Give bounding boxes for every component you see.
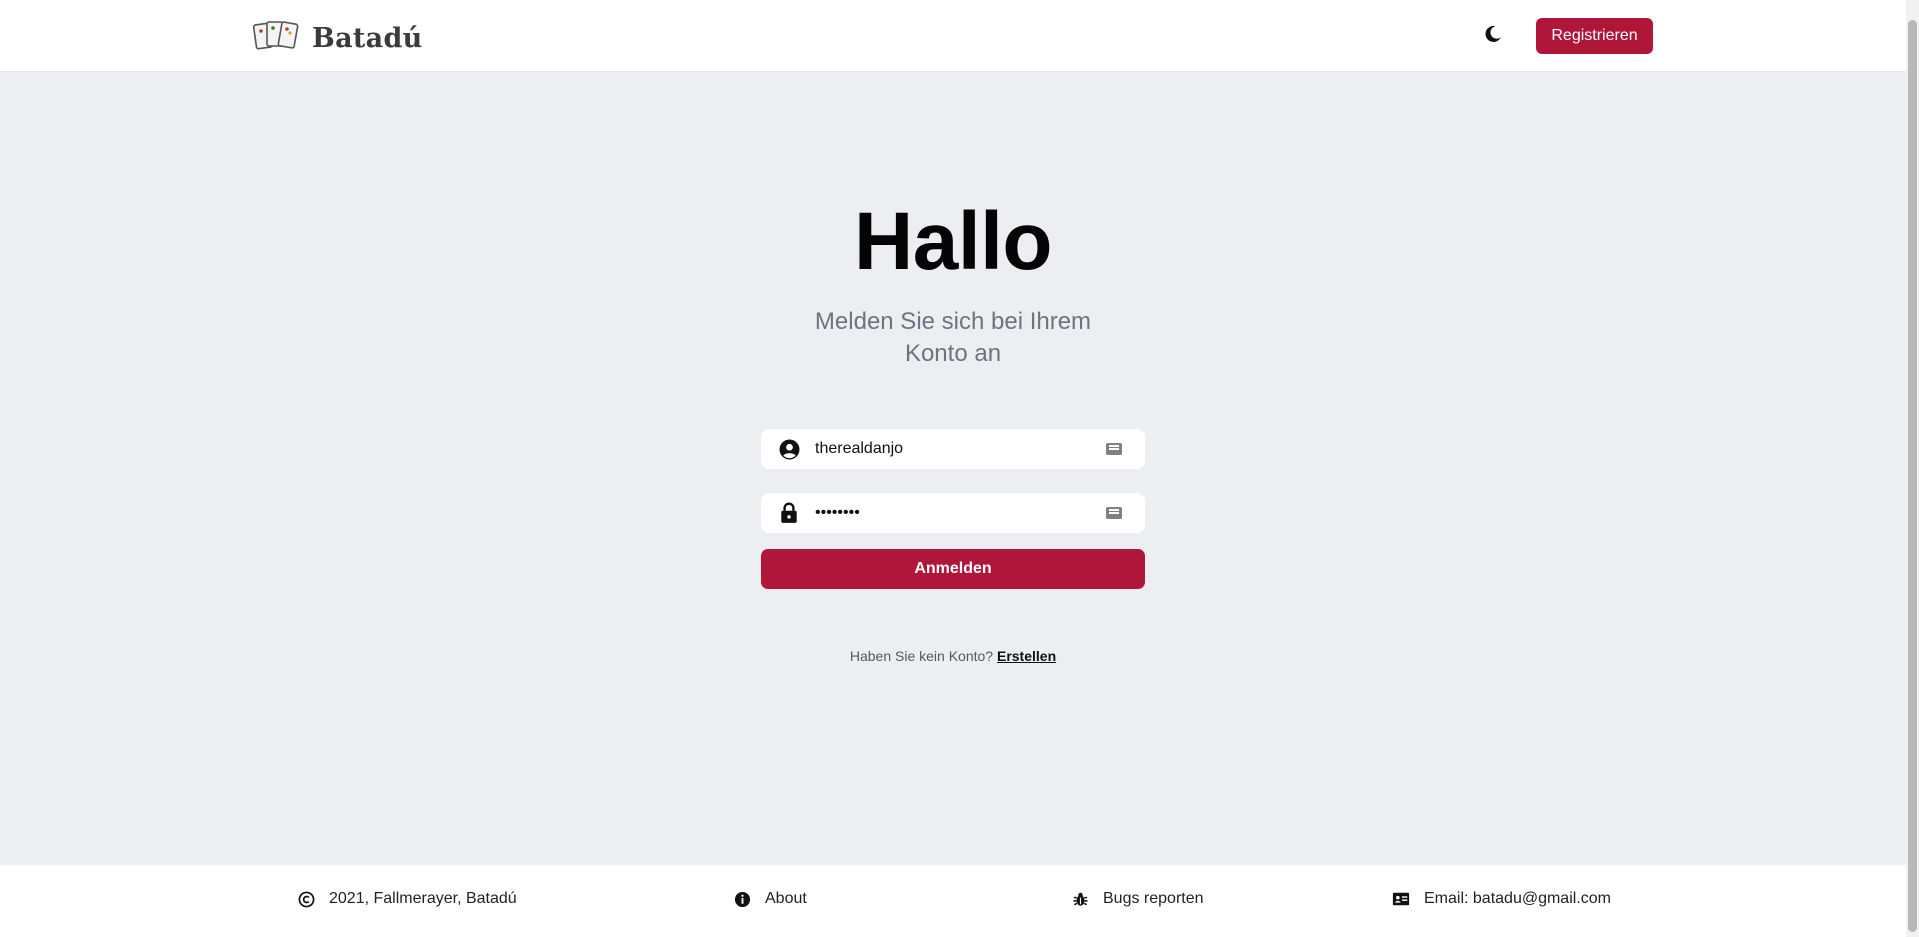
footer-bugs-link[interactable]: Bugs reporten	[1071, 890, 1204, 908]
signup-prompt: Haben Sie kein Konto? Erstellen	[0, 648, 1906, 664]
email-text: Email: batadu@gmail.com	[1424, 890, 1611, 907]
lock-icon	[778, 502, 800, 524]
password-input[interactable]: ••••••••	[815, 504, 1106, 522]
footer-about-link[interactable]: About	[733, 890, 807, 908]
playing-cards-icon	[252, 18, 302, 59]
password-field[interactable]: ••••••••	[761, 493, 1145, 533]
signup-prompt-text: Haben Sie kein Konto?	[849, 648, 994, 664]
user-circle-icon	[778, 438, 800, 460]
scrollbar-thumb[interactable]	[1908, 20, 1917, 932]
info-icon	[733, 890, 751, 908]
bugs-text: Bugs reporten	[1103, 890, 1204, 907]
contact-card-icon	[1392, 890, 1410, 908]
top-navbar: Batadú Registrieren	[0, 0, 1906, 72]
theme-toggle-button[interactable]	[1479, 22, 1507, 50]
username-field[interactable]: therealdanjo	[761, 429, 1145, 469]
keyboard-icon[interactable]	[1106, 507, 1122, 519]
page-title: Hallo	[854, 196, 1052, 287]
footer-copyright: 2021, Fallmerayer, Batadú	[297, 890, 517, 908]
moon-icon	[1483, 24, 1503, 49]
username-input[interactable]: therealdanjo	[815, 440, 1106, 458]
keyboard-icon[interactable]	[1106, 443, 1122, 455]
signup-link[interactable]: Erstellen	[997, 648, 1056, 664]
brand-logo[interactable]: Batadú	[252, 18, 423, 59]
page-scrollbar[interactable]	[1906, 0, 1919, 937]
bug-icon	[1071, 890, 1089, 908]
register-button[interactable]: Registrieren	[1536, 18, 1653, 54]
footer-email-link[interactable]: Email: batadu@gmail.com	[1392, 890, 1611, 908]
page-subtitle: Melden Sie sich bei Ihrem Konto an	[814, 308, 1092, 367]
login-button[interactable]: Anmelden	[761, 549, 1145, 589]
copyright-text: 2021, Fallmerayer, Batadú	[329, 890, 517, 907]
copyright-icon	[297, 890, 315, 908]
brand-name: Batadú	[312, 23, 423, 54]
about-text: About	[765, 890, 807, 907]
footer: 2021, Fallmerayer, Batadú About Bugs rep…	[0, 865, 1906, 937]
